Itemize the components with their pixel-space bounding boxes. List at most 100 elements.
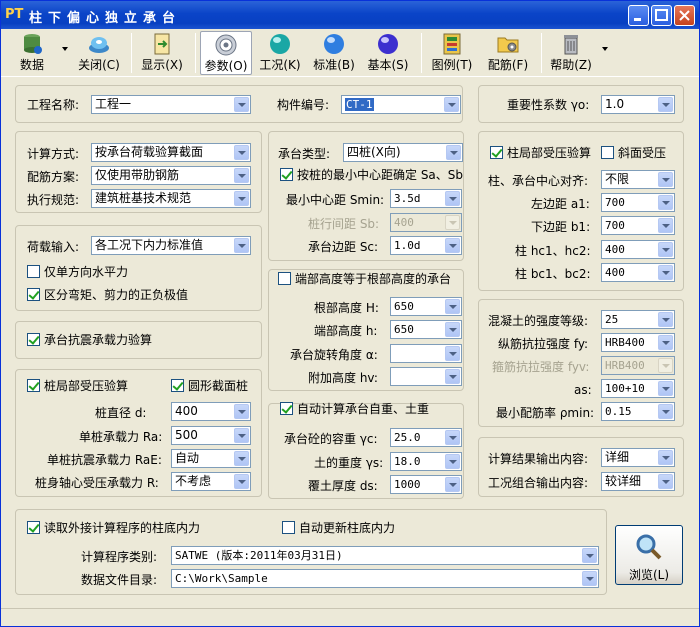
equal-height-checkbox[interactable]: 端部高度等于根部高度的承台 xyxy=(278,272,451,286)
pile-local-checkbox[interactable]: 桩局部受压验算 xyxy=(27,379,128,393)
pmin-select[interactable]: 0.15 xyxy=(601,402,675,421)
legend-button[interactable]: 图例(T) xyxy=(427,31,477,75)
chevron-down-icon xyxy=(234,428,249,443)
pile-diameter-select[interactable]: 400 xyxy=(171,402,251,421)
column-local-checkbox[interactable]: 柱局部受压验算 xyxy=(490,146,591,160)
align-label: 柱、承台中心对齐: xyxy=(488,174,589,188)
close-window-button[interactable] xyxy=(674,5,695,26)
help-dropdown-arrow[interactable] xyxy=(602,47,608,51)
a1-label: 左边距 a1: xyxy=(531,197,590,211)
smin-select[interactable]: 3.5d xyxy=(390,189,462,208)
chevron-down-icon xyxy=(658,218,673,233)
end-height-label: 端部高度 h: xyxy=(314,324,378,338)
maximize-button[interactable] xyxy=(651,5,672,26)
auto-weight-checkbox[interactable]: 自动计算承台自重、土重 xyxy=(280,402,429,416)
display-button[interactable]: 显示(X) xyxy=(137,31,187,75)
chevron-down-icon xyxy=(658,335,673,350)
browse-button[interactable]: 浏览(L) xyxy=(615,525,683,585)
data-dir-select[interactable]: C:\Work\Sample xyxy=(171,569,599,588)
ys-select[interactable]: 18.0 xyxy=(390,452,462,471)
data-dropdown-arrow[interactable] xyxy=(62,47,68,51)
folder-gear-icon xyxy=(497,37,519,53)
chevron-down-icon xyxy=(234,97,249,112)
combo-output-select[interactable]: 较详细 xyxy=(601,472,675,491)
chevron-down-icon xyxy=(658,195,673,210)
load-input-select[interactable]: 各工况下内力标准值 xyxy=(91,236,251,255)
sc-label: 承台边距 Sc: xyxy=(308,240,379,254)
bc-label: 柱 bc1、bc2: xyxy=(515,267,591,281)
r-label: 桩身轴心受压承载力 R: xyxy=(35,476,159,490)
yc-select[interactable]: 25.0 xyxy=(390,428,462,447)
minimize-button[interactable] xyxy=(628,5,649,26)
checkbox-checked-icon xyxy=(280,168,293,181)
concrete-label: 混凝土的强度等级: xyxy=(488,314,589,328)
b1-select[interactable]: 700 xyxy=(601,216,675,235)
standard-button[interactable]: 标准(B) xyxy=(309,31,359,75)
data-button[interactable]: 数据 xyxy=(11,31,53,75)
align-select[interactable]: 不限 xyxy=(601,170,675,189)
data-dir-label: 数据文件目录: xyxy=(81,573,158,587)
toolbar-separator xyxy=(195,33,196,73)
bc-select[interactable]: 400 xyxy=(601,263,675,282)
checkbox-checked-icon xyxy=(171,379,184,392)
smin-label: 最小中心距 Smin: xyxy=(286,193,385,207)
checkbox-checked-icon xyxy=(27,288,40,301)
root-height-select[interactable]: 650 xyxy=(390,297,462,316)
help-button[interactable]: 帮助(Z) xyxy=(546,31,596,75)
ds-select[interactable]: 1000 xyxy=(390,475,462,494)
teal-sphere-icon xyxy=(270,34,290,54)
fy-select[interactable]: HRB400 xyxy=(601,333,675,352)
a1-select[interactable]: 700 xyxy=(601,193,675,212)
seismic-checkbox[interactable]: 承台抗震承载力验算 xyxy=(27,333,152,347)
code-select[interactable]: 建筑桩基技术规范 xyxy=(91,189,251,208)
sc-select[interactable]: 1.0d xyxy=(390,236,462,255)
magnifier-icon xyxy=(636,534,662,560)
project-select[interactable]: 工程一 xyxy=(91,95,251,114)
database-icon xyxy=(24,34,42,54)
case-button[interactable]: 工况(K) xyxy=(255,31,305,75)
fyv-select[interactable]: HRB400 xyxy=(601,356,675,375)
maximize-icon xyxy=(655,9,668,21)
rebar-scheme-select[interactable]: 仅使用带肋钢筋 xyxy=(91,166,251,185)
min-spacing-checkbox[interactable]: 按桩的最小中心距确定 Sa、Sb xyxy=(280,168,463,182)
round-pile-checkbox[interactable]: 圆形截面桩 xyxy=(171,379,248,393)
calc-method-select[interactable]: 按承台荷载验算截面 xyxy=(91,143,251,162)
disk-icon xyxy=(89,37,109,53)
chevron-down-icon xyxy=(658,381,673,396)
minimize-icon xyxy=(634,18,641,21)
r-select[interactable]: 不考虑 xyxy=(171,472,251,491)
slope-checkbox[interactable]: 斜面受压 xyxy=(601,146,666,160)
rotation-angle-select[interactable] xyxy=(390,344,462,363)
chevron-down-icon xyxy=(658,404,673,419)
end-height-select[interactable]: 650 xyxy=(390,320,462,339)
load-input-label: 荷载输入: xyxy=(27,240,80,254)
fy-label: 纵筋抗拉强度 fy: xyxy=(498,337,589,351)
horiz-force-checkbox[interactable]: 仅单方向水平力 xyxy=(27,265,128,279)
cap-type-select[interactable]: 四桩(X向) xyxy=(343,143,463,162)
concrete-select[interactable]: 25 xyxy=(601,310,675,329)
cap-type-label: 承台类型: xyxy=(278,147,331,161)
as-select[interactable]: 100+10 xyxy=(601,379,675,398)
chevron-down-icon xyxy=(234,404,249,419)
title-bar[interactable]: PT 柱下偏心独立承台 xyxy=(1,1,699,29)
extra-height-select[interactable] xyxy=(390,367,462,386)
auto-update-checkbox[interactable]: 自动更新柱底内力 xyxy=(282,521,395,535)
result-output-select[interactable]: 详细 xyxy=(601,448,675,467)
chevron-down-icon xyxy=(446,145,461,160)
read-external-checkbox[interactable]: 读取外接计算程序的柱底内力 xyxy=(27,521,200,535)
ra-select[interactable]: 500 xyxy=(171,426,251,445)
close-button[interactable]: 关闭(C) xyxy=(74,31,124,75)
member-select[interactable]: CT-1 xyxy=(341,95,461,114)
hc-select[interactable]: 400 xyxy=(601,240,675,259)
window-title: 柱下偏心独立承台 xyxy=(29,11,182,26)
calc-method-label: 计算方式: xyxy=(27,147,80,161)
rae-select[interactable]: 自动 xyxy=(171,449,251,468)
basic-button[interactable]: 基本(S) xyxy=(363,31,413,75)
rebar-button[interactable]: 配筋(F) xyxy=(483,31,533,75)
importance-select[interactable]: 1.0 xyxy=(601,95,675,114)
chevron-down-icon xyxy=(445,430,460,445)
program-select[interactable]: SATWE (版本:2011年03月31日) xyxy=(171,546,599,565)
sb-select[interactable]: 400 xyxy=(390,213,462,232)
params-button[interactable]: 参数(O) xyxy=(200,31,252,75)
signs-checkbox[interactable]: 区分弯矩、剪力的正负极值 xyxy=(27,288,188,302)
